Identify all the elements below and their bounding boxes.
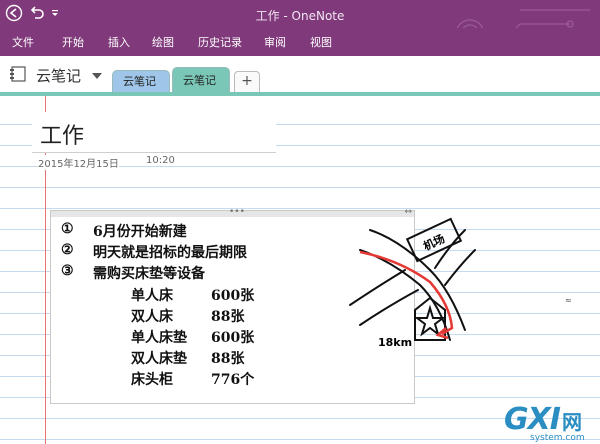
tab-review[interactable]: 审阅 [264, 34, 286, 50]
list-number: ② [61, 242, 74, 258]
purchase-name: 单人床 [131, 288, 173, 304]
title-bar: 工作 - OneNote [0, 0, 600, 52]
notebook-bar: 云笔记 云笔记1 云笔记2 + [0, 56, 600, 112]
watermark-brand: GXI [504, 402, 561, 437]
notebook-name[interactable]: 云笔记 [36, 65, 81, 86]
tab-view[interactable]: 视图 [310, 34, 332, 50]
purchase-qty: 600张 [211, 330, 255, 346]
add-section-button[interactable]: + [234, 71, 260, 92]
watermark-url: system.com [530, 433, 585, 443]
tab-history[interactable]: 历史记录 [198, 34, 242, 50]
notebook-icon[interactable] [10, 66, 28, 82]
purchase-name: 单人床垫 [131, 330, 187, 346]
purchase-qty: 88张 [211, 309, 245, 325]
page-title[interactable]: 工作 [40, 118, 84, 150]
notebook-dropdown-icon[interactable] [92, 73, 102, 79]
tab-file[interactable]: 文件 [12, 34, 34, 50]
page-date: 2015年12月15日 [38, 155, 119, 170]
tab-home[interactable]: 开始 [62, 34, 84, 50]
page-title-area[interactable]: 工作 [32, 112, 276, 153]
section-tab-1[interactable]: 云笔记1 [112, 70, 170, 110]
list-text: 6月份开始新建 [93, 224, 187, 240]
purchase-name: 床头柜 [131, 372, 173, 388]
stray-ink-mark: ≈ [565, 296, 572, 305]
purchase-qty: 600张 [211, 288, 255, 304]
section-tab-2[interactable]: 云笔记2 [172, 67, 230, 112]
purchase-name: 双人床 [131, 309, 173, 325]
tab-insert[interactable]: 插入 [108, 34, 130, 50]
site-watermark: GXI 网 system.com [500, 402, 600, 444]
tab-draw[interactable]: 绘图 [152, 34, 174, 50]
purchase-qty: 776个 [211, 372, 255, 388]
hand-drawn-map-sketch[interactable]: 机场 18km [330, 210, 480, 360]
page-time: 10:20 [146, 155, 175, 166]
purchase-name: 双人床垫 [131, 351, 187, 367]
watermark-cn: 网 [562, 410, 582, 434]
ribbon: 文件 开始 插入 绘图 历史记录 审阅 视图 [0, 28, 600, 56]
list-text: 明天就是招标的最后期限 [93, 245, 247, 261]
map-distance-label: 18km [378, 336, 412, 349]
purchase-qty: 88张 [211, 351, 245, 367]
list-text: 需购买床垫等设备 [93, 266, 205, 282]
list-number: ① [61, 221, 74, 237]
list-number: ③ [61, 263, 74, 279]
